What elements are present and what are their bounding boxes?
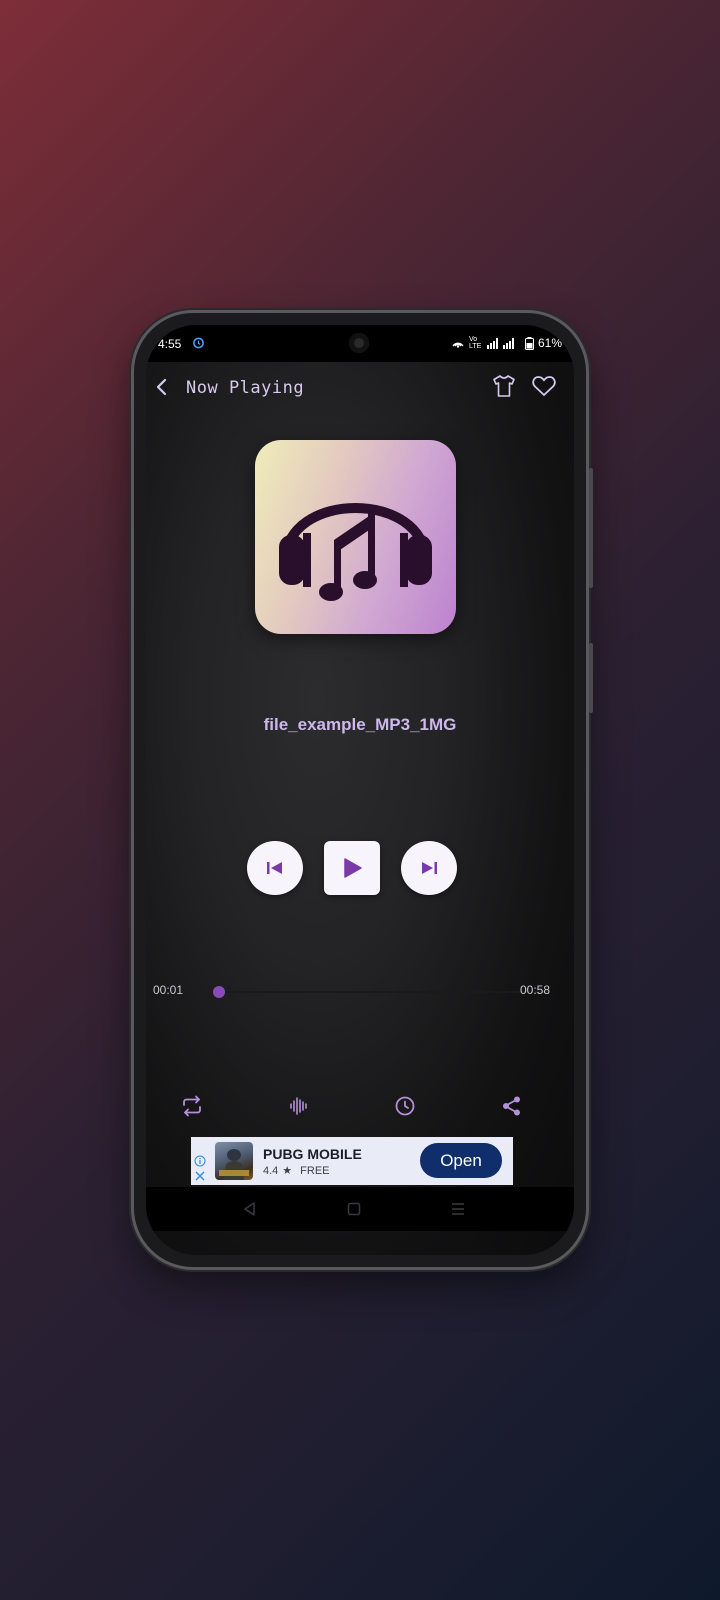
track-title: file_example_MP3_1MG [263,715,457,734]
ad-price: FREE [300,1164,330,1177]
top-app-bar: Now Playing [146,362,574,412]
front-camera [349,333,369,353]
signal-icon [486,338,514,349]
info-icon[interactable] [194,1155,206,1167]
ad-banner[interactable]: PUBG MOBILE 4.4 ★ FREE Open [191,1137,513,1185]
hotspot-icon [452,342,464,348]
share-icon[interactable] [499,1093,525,1119]
previous-button[interactable] [247,841,303,895]
play-icon [344,858,362,878]
app-screen: 4:55 Vo LTE 61% Now Playing file_example… [146,325,574,1255]
page-title: Now Playing [186,378,305,398]
clock-icon[interactable] [392,1093,418,1119]
album-art [255,440,456,634]
game-character-icon [219,1149,249,1180]
status-time: 4:55 [158,337,182,351]
ad-app-icon [215,1142,253,1180]
ad-app-meta: 4.4 ★ FREE [263,1164,330,1178]
alarm-icon [193,337,204,349]
play-button[interactable] [324,841,380,895]
network-type-label: Vo LTE [468,336,482,350]
elapsed-time: 00:01 [153,983,184,997]
status-bar: 4:55 Vo LTE 61% [146,325,574,362]
heart-icon[interactable] [530,372,558,400]
repeat-icon[interactable] [179,1093,205,1119]
nav-back-icon[interactable] [240,1199,260,1219]
nav-home-icon[interactable] [344,1199,364,1219]
tshirt-icon[interactable] [490,372,518,400]
system-nav-bar [146,1187,574,1231]
total-duration: 00:58 [520,983,551,997]
close-icon[interactable] [194,1170,206,1182]
ad-open-button[interactable]: Open [420,1143,502,1178]
waveform-icon[interactable] [286,1093,312,1119]
ad-app-name: PUBG MOBILE [263,1146,362,1162]
seek-bar[interactable] [212,991,548,993]
nav-menu-icon[interactable] [448,1199,468,1219]
power-button [589,468,593,588]
seek-thumb[interactable] [212,986,225,998]
headphones-music-icon [279,503,432,601]
ad-rating: 4.4 [263,1164,279,1177]
next-button[interactable] [401,841,457,895]
battery-icon [524,336,534,350]
chevron-left-icon[interactable] [149,374,175,400]
volume-button [589,643,593,713]
skip-next-icon [422,862,437,874]
status-indicators: Vo LTE 61% [451,335,562,351]
star-icon: ★ [282,1165,293,1177]
battery-percent: 61% [537,336,562,350]
skip-previous-icon [267,862,282,874]
